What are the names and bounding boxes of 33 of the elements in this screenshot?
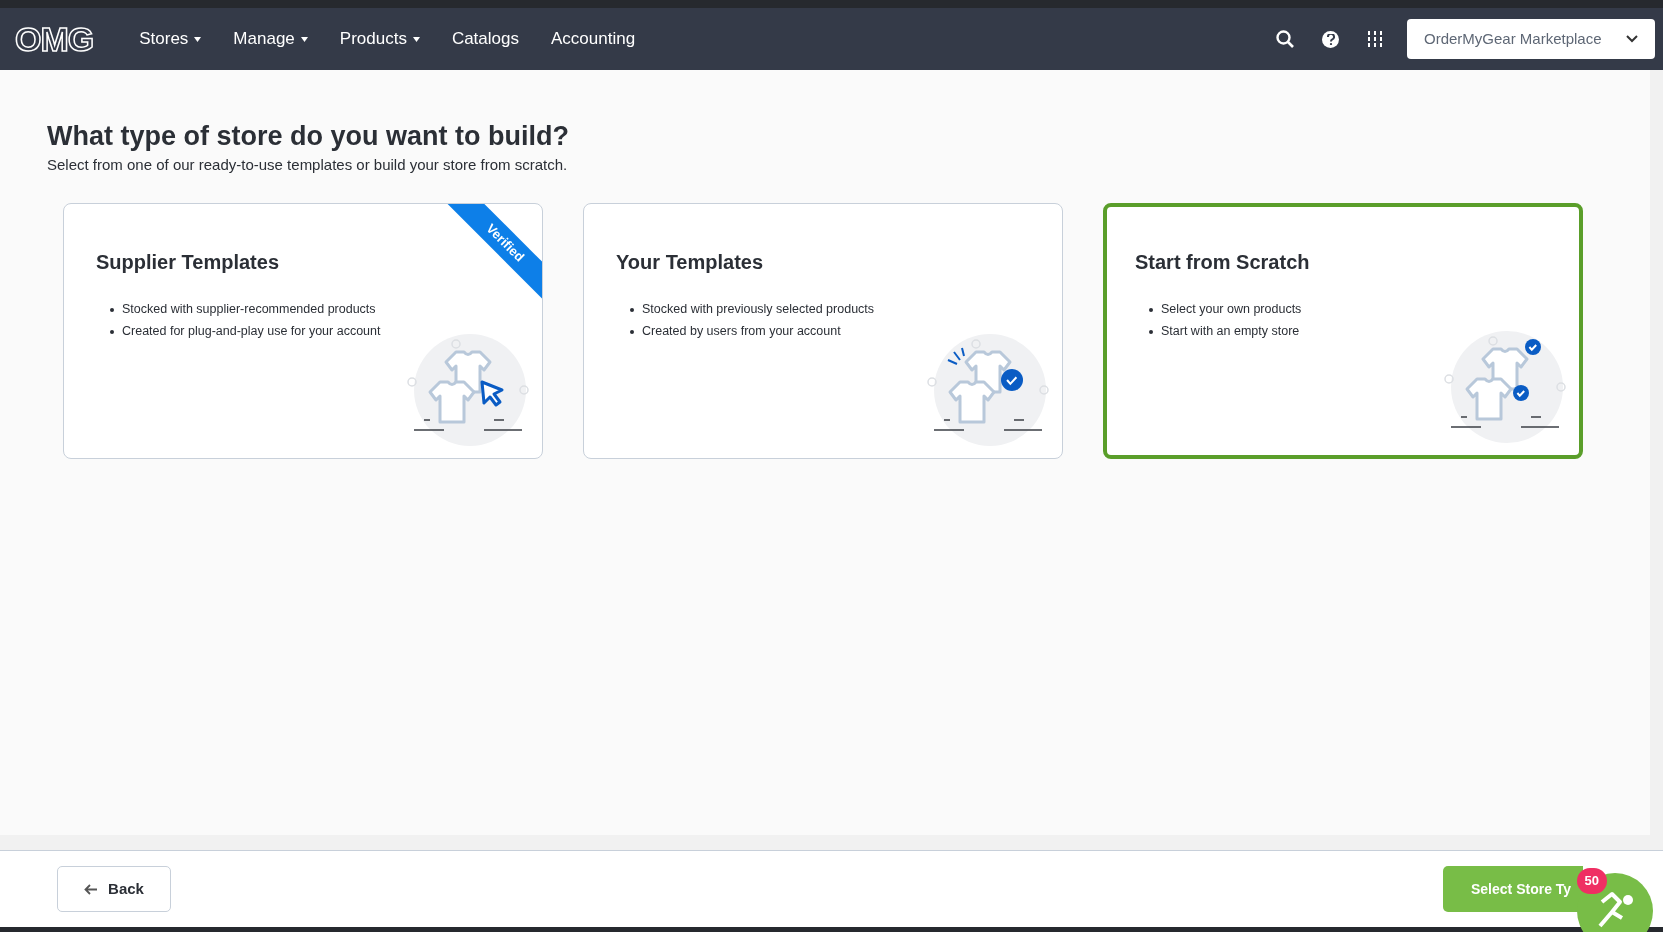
card-bullet-text: Created by users from your account [642,323,841,341]
store-type-card[interactable]: Start from Scratch Select your own products Start with an empty store [1103,202,1583,459]
page-title: What type of store do you want to build? [47,120,570,152]
nav-menu-item[interactable]: Catalogs [435,26,535,52]
card-title: Your Templates [616,249,765,275]
search-icon[interactable] [1276,30,1294,48]
help-icon[interactable] [1322,30,1339,48]
bullet-icon [110,329,114,334]
nav-menu-item[interactable]: Products [323,26,436,52]
bullet-icon [630,329,634,334]
caret-icon [300,36,308,42]
page-subtitle: Select from one of our ready-to-use templates or build your store from scratch. [47,155,569,175]
nav-menu-item[interactable]: Stores [123,26,218,52]
caret-icon [412,36,420,42]
card-bullet-text: Start with an empty store [1161,323,1300,341]
card-title: Start from Scratch [1135,249,1311,275]
card-bullet-text: Created for plug-and-play use for your account [122,323,381,341]
back-button[interactable]: Back [57,866,171,912]
card-bullet-text: Stocked with previously selected products [642,301,875,319]
card-bullet-text: Stocked with supplier-recommended products [122,301,376,319]
bullet-icon [1149,307,1153,312]
logo[interactable]: OMG [15,13,94,65]
nav-menu-item[interactable]: Manage [217,26,324,52]
card-bullet-text: Select your own products [1161,301,1302,319]
arrow-left-icon [84,883,99,895]
bullet-icon [1149,329,1153,334]
bullet-icon [630,307,634,312]
account-select[interactable]: OrderMyGear Marketplace [1407,19,1655,59]
chevron-down-icon [1626,35,1638,43]
caret-icon [194,36,202,42]
store-type-card[interactable]: Your Templates Stocked with previously selected products Created by users from your account [583,202,1063,459]
nav-menu-item[interactable]: Accounting [535,26,652,52]
bullet-icon [110,307,114,312]
